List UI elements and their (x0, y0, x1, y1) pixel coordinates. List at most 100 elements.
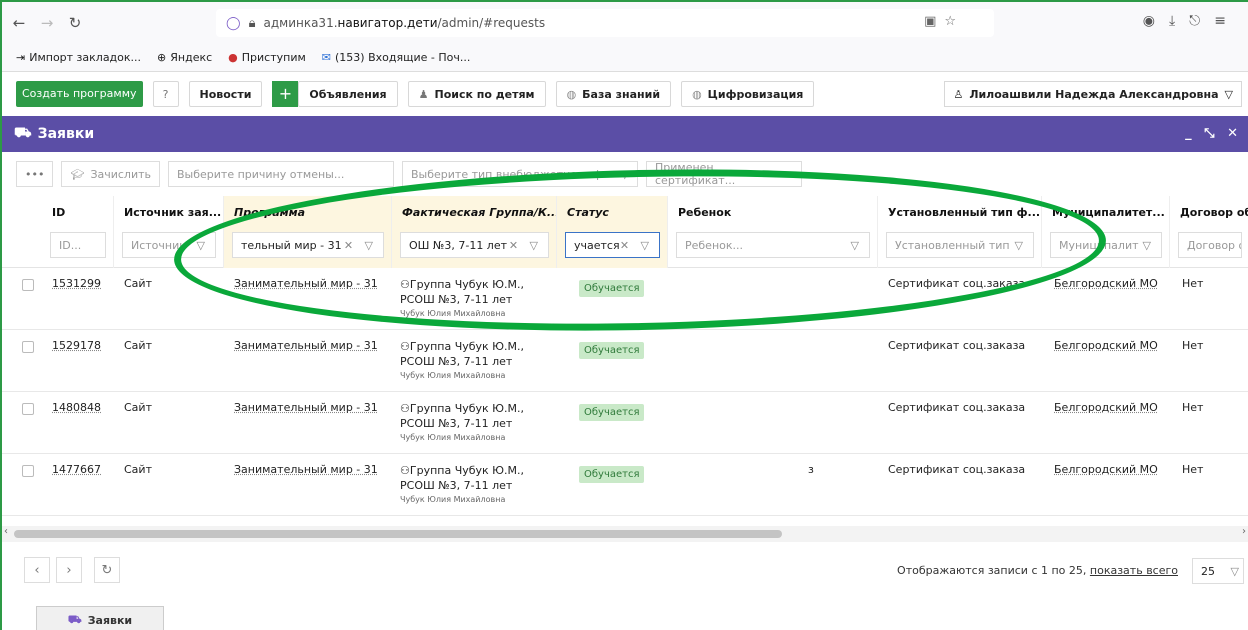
col-contract-filter[interactable]: Договор об (1178, 232, 1242, 258)
cell-program[interactable]: Занимательный мир - 31 (234, 277, 378, 290)
group-icon: ⚇ (400, 402, 410, 415)
budget-type-select[interactable]: Выберите тип внебюджетного ф ▽ (402, 161, 638, 187)
chevron-down-icon[interactable]: ▽ (197, 239, 209, 252)
cell-source: Сайт (124, 463, 152, 476)
next-page-button[interactable]: › (56, 557, 82, 583)
taskbar-tab[interactable]: ⛟ Заявки (36, 606, 164, 630)
bookmark-star-icon[interactable]: ▣☆ (924, 14, 964, 29)
scrollbar-thumb[interactable] (14, 530, 782, 538)
page-size-select[interactable]: 25 ▽ (1192, 558, 1244, 584)
clear-chevron-icon[interactable]: ✕ ▽ (620, 239, 653, 252)
col-child-header[interactable]: Ребенок Ребенок... ▽ (668, 196, 878, 268)
table-row[interactable]: 1474425СайтЗанимательный мир - 31⚇Группа… (2, 516, 1248, 526)
cell-group[interactable]: ⚇Группа Чубук Ю.М., РСОШ №3, 7-11 лет Чубу… (400, 401, 524, 444)
cell-program[interactable]: Занимательный мир - 31 (234, 401, 378, 414)
bookmark-item[interactable]: ● Приступим (228, 51, 306, 64)
col-contract-header[interactable]: Договор об Договор об (1170, 196, 1248, 268)
pager: ‹ › ↻ Отображаются записи с 1 по 25, пок… (2, 542, 1248, 598)
cell-group[interactable]: ⚇Группа Чубук Ю.М., РСОШ №3, 7-11 лет Чубу… (400, 463, 524, 506)
col-municipality-filter[interactable]: Муниципалит ▽ (1050, 232, 1162, 258)
basket-icon: ⛟ (14, 125, 32, 141)
cell-group[interactable]: ⚇Группа Чубук Ю.М., РСОШ №3, 7-11 лет Чубу… (400, 339, 524, 382)
create-program-button[interactable]: Создать программу (16, 81, 143, 107)
reload-icon[interactable]: ↻ (64, 14, 86, 32)
row-checkbox[interactable] (22, 465, 34, 477)
plus-icon[interactable]: + (272, 81, 299, 107)
cell-id[interactable]: 1531299 (52, 277, 101, 290)
refresh-button[interactable]: ↻ (94, 557, 120, 583)
cell-child[interactable]: з (808, 463, 814, 476)
col-source-header[interactable]: Источник зая... Источник ▽ (114, 196, 224, 268)
bookmark-item[interactable]: ⊕ Яндекс (157, 51, 212, 64)
news-button[interactable]: Новости (188, 81, 263, 107)
cell-cert-type: Сертификат соц.заказа (888, 277, 1026, 290)
table-row[interactable]: 1529178 Сайт Занимательный мир - 31 ⚇Группа… (2, 330, 1248, 392)
prev-page-button[interactable]: ‹ (24, 557, 50, 583)
col-program-header[interactable]: Программа тельный мир - 31 ✕ ▽ (224, 196, 392, 268)
col-source-filter[interactable]: Источник ▽ (122, 232, 216, 258)
cancel-reason-select[interactable]: Выберите причину отмены... (168, 161, 394, 187)
cell-municipality[interactable]: Белгородский МО (1054, 339, 1158, 352)
forward-icon[interactable]: → (36, 14, 58, 32)
cell-id[interactable]: 1529178 (52, 339, 101, 352)
app-frame: ← → ↻ ◯ 🔒︎ админка31. навигатор.дети/admi… (0, 0, 1248, 630)
scroll-right-icon[interactable]: › (1242, 526, 1246, 537)
cell-program[interactable]: Занимательный мир - 31 (234, 339, 378, 352)
cell-program[interactable]: Занимательный мир - 31 (234, 463, 378, 476)
cell-municipality[interactable]: Белгородский МО (1054, 277, 1158, 290)
user-menu[interactable]: ♙ Лилоашвили Надежда Александровна ▽ (944, 81, 1242, 107)
table-row[interactable]: 1477667 Сайт Занимательный мир - 31 ⚇Группа… (2, 454, 1248, 516)
back-icon[interactable]: ← (8, 14, 30, 32)
column-label: Установленный тип ф... (888, 206, 1041, 219)
cell-source: Сайт (124, 339, 152, 352)
help-button[interactable]: ? (152, 81, 179, 107)
clear-chevron-icon[interactable]: ✕ ▽ (344, 239, 377, 252)
cell-contract: Нет (1182, 463, 1204, 476)
row-checkbox[interactable] (22, 341, 34, 353)
digital-button[interactable]: ◍ Цифровизация (681, 81, 815, 107)
knowledge-base-button[interactable]: ◍ База знаний (555, 81, 672, 107)
group-icon: ⚇ (400, 340, 410, 353)
col-status-filter[interactable]: учается ✕ ▽ (565, 232, 660, 258)
chevron-down-icon[interactable]: ▽ (851, 239, 863, 252)
clear-chevron-icon[interactable]: ✕ ▽ (509, 239, 542, 252)
col-group-header[interactable]: Фактическая Группа/К... ОШ №3, 7-11 лет ✕ … (392, 196, 557, 268)
bookmark-item[interactable]: ⇥ Импорт закладок... (16, 51, 141, 64)
ads-button[interactable]: Объявления (298, 81, 398, 107)
chevron-down-icon[interactable]: ▽ (1015, 239, 1027, 252)
filter-toolbar: ••• 🎓︎ Зачислить Выберите причину отмены.… (2, 152, 1248, 196)
browser-menu-icons[interactable]: ◉⤓⎋≡ (1143, 13, 1240, 29)
col-status-header[interactable]: Статус учается ✕ ▽ (557, 196, 668, 268)
row-checkbox[interactable] (22, 403, 34, 415)
chevron-down-icon[interactable]: ▽ (1143, 239, 1155, 252)
table-row[interactable]: 1531299 Сайт Занимательный мир - 31 ⚇Группа… (2, 268, 1248, 330)
child-search-button[interactable]: ♟ Поиск по детям (407, 81, 546, 107)
bookmark-item[interactable]: ✉ (153) Входящие - Поч... (322, 51, 471, 64)
col-id-filter[interactable]: ID... (50, 232, 106, 258)
certificate-select[interactable]: Применен сертификат... (646, 161, 802, 187)
col-group-filter[interactable]: ОШ №3, 7-11 лет ✕ ▽ (400, 232, 549, 258)
window-controls[interactable]: _ ⤡ ✕ (1185, 126, 1242, 141)
col-cert-type-filter[interactable]: Установленный тип ▽ (886, 232, 1034, 258)
col-cert-type-header[interactable]: Установленный тип ф... Установленный тип ▽ (878, 196, 1042, 268)
enroll-button[interactable]: 🎓︎ Зачислить (61, 161, 160, 187)
address-bar[interactable]: ◯ 🔒︎ админка31. навигатор.дети/admin/#req… (216, 9, 994, 37)
cell-id[interactable]: 1477667 (52, 463, 101, 476)
cell-cert-type: Сертификат соц.заказа (888, 339, 1026, 352)
knowledge-icon: ◍ (566, 87, 577, 101)
col-id-header[interactable]: ID ID... (42, 196, 114, 268)
col-program-filter[interactable]: тельный мир - 31 ✕ ▽ (232, 232, 384, 258)
more-button[interactable]: ••• (16, 161, 54, 187)
digital-icon: ◍ (692, 87, 702, 101)
col-municipality-header[interactable]: Муниципалитет... Муниципалит ▽ (1042, 196, 1170, 268)
cell-municipality[interactable]: Белгородский МО (1054, 401, 1158, 414)
scroll-left-icon[interactable]: ‹ (4, 526, 8, 537)
horizontal-scrollbar[interactable]: ‹ › (2, 526, 1248, 542)
show-all-link[interactable]: показать всего (1090, 564, 1178, 577)
col-child-filter[interactable]: Ребенок... ▽ (676, 232, 870, 258)
table-row[interactable]: 1480848 Сайт Занимательный мир - 31 ⚇Группа… (2, 392, 1248, 454)
cell-id[interactable]: 1480848 (52, 401, 101, 414)
cell-municipality[interactable]: Белгородский МО (1054, 463, 1158, 476)
row-checkbox[interactable] (22, 279, 34, 291)
cell-group[interactable]: ⚇Группа Чубук Ю.М., РСОШ №3, 7-11 лет Чубу… (400, 277, 524, 320)
